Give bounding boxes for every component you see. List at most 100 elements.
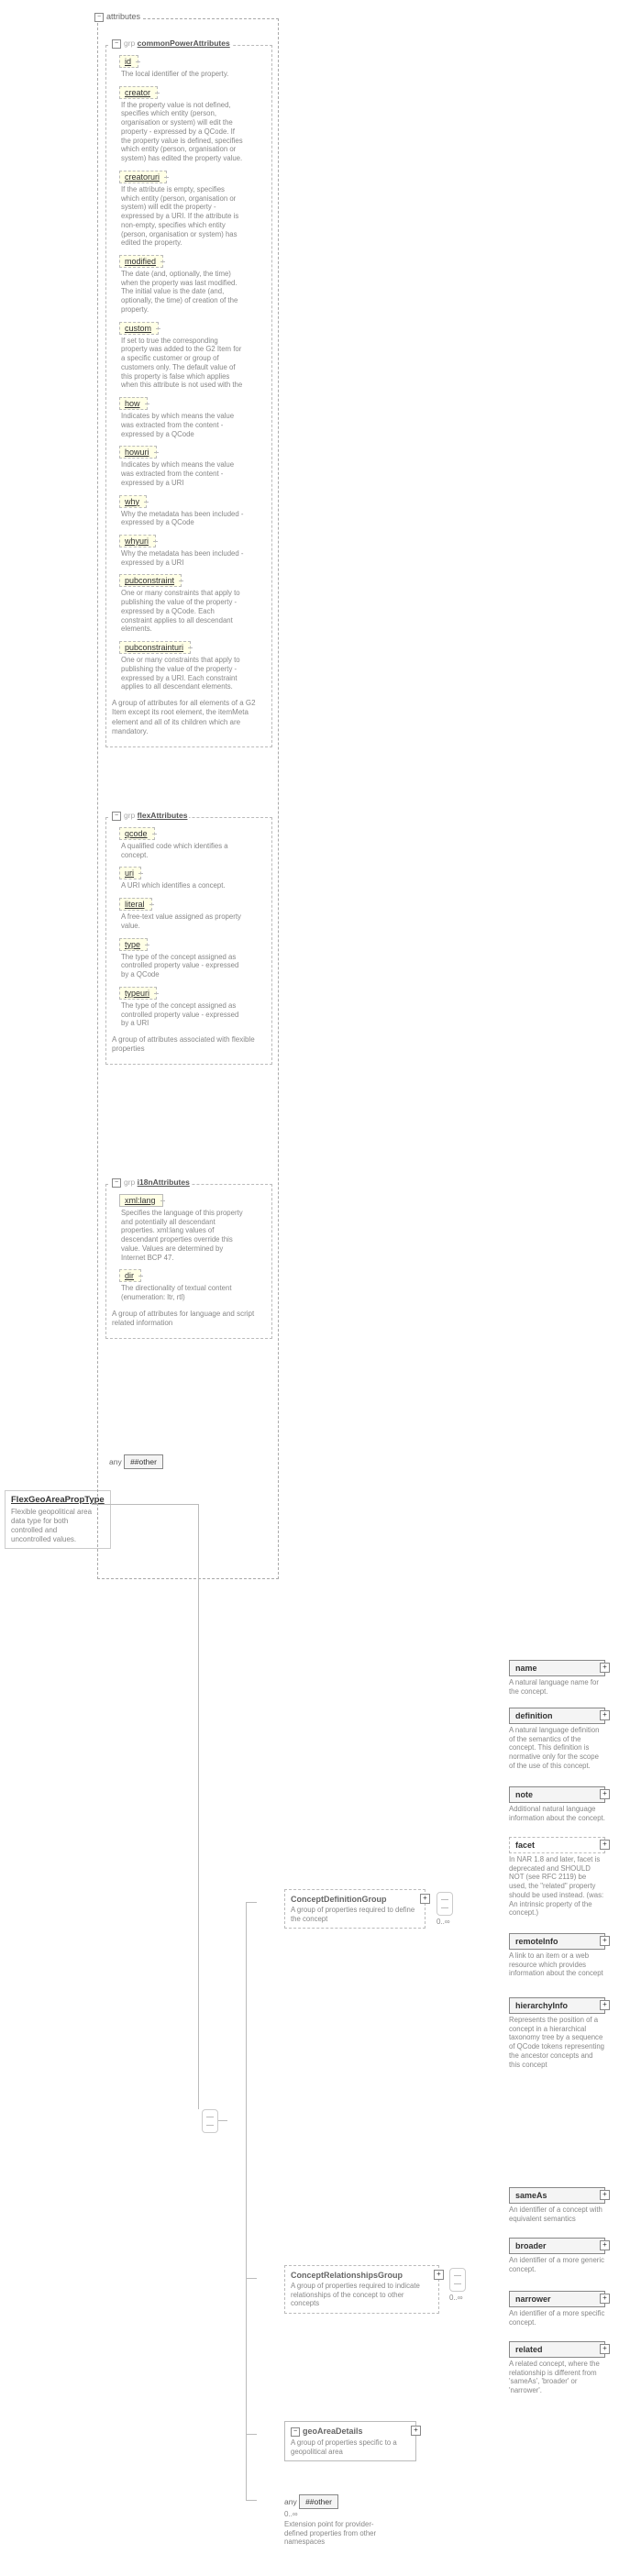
element-name: related bbox=[515, 2345, 543, 2354]
type-root: FlexGeoAreaPropType Flexible geopolitica… bbox=[5, 1490, 111, 1549]
collapse-icon[interactable]: − bbox=[112, 39, 121, 49]
expand-icon[interactable]: + bbox=[600, 1840, 610, 1850]
leaf-facet: facet+In NAR 1.8 and later, facet is dep… bbox=[509, 1837, 605, 1918]
element-box[interactable]: facet+ bbox=[509, 1837, 605, 1853]
attr-pubconstrainturi: pubconstrainturiOne or many constraints … bbox=[119, 641, 266, 691]
attr-label[interactable]: pubconstrainturi bbox=[119, 641, 191, 654]
element-box[interactable]: definition+ bbox=[509, 1708, 605, 1724]
element-box[interactable]: remoteInfo+ bbox=[509, 1933, 605, 1950]
attr-desc: One or many constraints that apply to pu… bbox=[121, 589, 245, 634]
attr-desc: The type of the concept assigned as cont… bbox=[121, 1001, 245, 1028]
attr-typeuri: typeuriThe type of the concept assigned … bbox=[119, 987, 266, 1028]
attr-why: whyWhy the metadata has been included - … bbox=[119, 495, 266, 527]
sequence-junction bbox=[202, 2109, 218, 2133]
group-ConceptRelationshipsGroup: ConceptRelationshipsGroup+A group of pro… bbox=[284, 2265, 439, 2314]
attr-desc: The date (and, optionally, the time) whe… bbox=[121, 270, 245, 315]
element-desc: A related concept, where the relationshi… bbox=[509, 2360, 605, 2395]
attr-label[interactable]: whyuri bbox=[119, 535, 156, 547]
occurs: 0..∞ bbox=[437, 1918, 450, 1926]
attr-desc: The local identifier of the property. bbox=[121, 70, 245, 79]
attr-group-title: flexAttributes bbox=[138, 811, 188, 820]
any-label: any bbox=[284, 2497, 299, 2506]
attr-desc: A free-text value assigned as property v… bbox=[121, 912, 245, 930]
element-box[interactable]: note+ bbox=[509, 1786, 605, 1803]
expand-icon[interactable]: + bbox=[600, 2190, 610, 2200]
type-root-name: FlexGeoAreaPropType bbox=[11, 1495, 105, 1505]
collapse-icon[interactable]: − bbox=[94, 13, 104, 22]
attr-label[interactable]: how bbox=[119, 397, 148, 410]
element-box[interactable]: broader+ bbox=[509, 2238, 605, 2254]
expand-icon[interactable]: + bbox=[600, 2000, 610, 2010]
attr-label[interactable]: why bbox=[119, 495, 147, 508]
attr-group-desc: A group of attributes for language and s… bbox=[112, 1310, 266, 1329]
leaf-remoteInfo: remoteInfo+A link to an item or a web re… bbox=[509, 1933, 605, 1978]
expand-icon[interactable]: + bbox=[420, 1894, 430, 1904]
attr-label[interactable]: custom bbox=[119, 322, 159, 335]
element-desc: An identifier of a more generic concept. bbox=[509, 2256, 605, 2273]
element-box[interactable]: name+ bbox=[509, 1660, 605, 1676]
attr-label[interactable]: xml:lang bbox=[119, 1194, 163, 1207]
type-root-desc: Flexible geopolitical area data type for… bbox=[11, 1508, 98, 1544]
expand-icon[interactable]: + bbox=[600, 1789, 610, 1799]
connector bbox=[246, 2500, 257, 2501]
expand-icon[interactable]: + bbox=[600, 1936, 610, 1946]
attr-desc: Indicates by which means the value was e… bbox=[121, 412, 245, 438]
attr-group-header: −grp i18nAttributes bbox=[110, 1177, 192, 1188]
expand-icon[interactable]: + bbox=[600, 1663, 610, 1673]
expand-icon[interactable]: + bbox=[600, 2294, 610, 2304]
element-desc: An identifier of a concept with equivale… bbox=[509, 2206, 605, 2223]
attr-desc: A URI which identifies a concept. bbox=[121, 881, 245, 890]
attr-label[interactable]: uri bbox=[119, 867, 141, 879]
attr-desc: If set to true the corresponding propert… bbox=[121, 337, 245, 390]
connector bbox=[246, 2278, 257, 2279]
any-attribute: any ##other bbox=[109, 1454, 163, 1469]
collapse-icon[interactable]: − bbox=[291, 2427, 300, 2437]
attr-desc: Why the metadata has been included - exp… bbox=[121, 549, 245, 567]
expand-icon[interactable]: + bbox=[434, 2270, 444, 2280]
element-desc: A link to an item or a web resource whic… bbox=[509, 1951, 605, 1978]
attr-desc: If the attribute is empty, specifies whi… bbox=[121, 185, 245, 248]
group-ConceptDefinitionGroup: ConceptDefinitionGroup+A group of proper… bbox=[284, 1889, 426, 1929]
element-name: hierarchyInfo bbox=[515, 2001, 568, 2010]
attr-label[interactable]: pubconstraint bbox=[119, 574, 182, 587]
attr-custom: custom If set to true the corresponding p… bbox=[119, 322, 266, 390]
any-value: ##other bbox=[299, 2494, 338, 2509]
choice-junction bbox=[449, 2268, 466, 2292]
expand-icon[interactable]: + bbox=[600, 1710, 610, 1720]
attr-label[interactable]: dir bbox=[119, 1269, 141, 1282]
element-desc: Additional natural language information … bbox=[509, 1805, 605, 1822]
expand-icon[interactable]: + bbox=[600, 2344, 610, 2354]
attr-literal: literalA free-text value assigned as pro… bbox=[119, 898, 266, 930]
element-box[interactable]: sameAs+ bbox=[509, 2187, 605, 2204]
collapse-icon[interactable]: − bbox=[112, 1178, 121, 1188]
group-geoAreaDetails[interactable]: −geoAreaDetails+A group of properties sp… bbox=[284, 2421, 416, 2461]
collapse-icon[interactable]: − bbox=[112, 812, 121, 821]
attr-uri: uri A URI which identifies a concept. bbox=[119, 867, 266, 890]
leaf-definition: definition+A natural language definition… bbox=[509, 1708, 605, 1771]
attr-label[interactable]: type bbox=[119, 938, 148, 951]
attr-label[interactable]: modified bbox=[119, 255, 163, 268]
attr-label[interactable]: howuri bbox=[119, 446, 157, 459]
attr-desc: Specifies the language of this property … bbox=[121, 1209, 245, 1262]
expand-icon[interactable]: + bbox=[411, 2426, 421, 2436]
element-name: note bbox=[515, 1790, 533, 1799]
element-box[interactable]: hierarchyInfo+ bbox=[509, 1997, 605, 2014]
attr-label[interactable]: qcode bbox=[119, 827, 155, 840]
attr-label[interactable]: id bbox=[119, 55, 138, 68]
leaf-narrower: narrower+An identifier of a more specifi… bbox=[509, 2291, 605, 2327]
attr-id: id The local identifier of the property. bbox=[119, 55, 266, 79]
element-name: facet bbox=[515, 1841, 535, 1850]
attr-label[interactable]: creator bbox=[119, 86, 158, 99]
group-desc: A group of properties specific to a geop… bbox=[291, 2438, 410, 2456]
attr-modified: modified The date (and, optionally, the t… bbox=[119, 255, 266, 315]
attr-group-header: −grp commonPowerAttributes bbox=[110, 39, 232, 49]
attr-label[interactable]: creatoruri bbox=[119, 171, 167, 183]
connector bbox=[246, 2434, 257, 2435]
attr-label[interactable]: literal bbox=[119, 898, 152, 911]
attr-group-desc: A group of attributes associated with fl… bbox=[112, 1035, 266, 1055]
connector bbox=[246, 1902, 247, 2120]
element-box[interactable]: related+ bbox=[509, 2341, 605, 2358]
element-box[interactable]: narrower+ bbox=[509, 2291, 605, 2307]
attr-label[interactable]: typeuri bbox=[119, 987, 157, 1000]
expand-icon[interactable]: + bbox=[600, 2240, 610, 2250]
